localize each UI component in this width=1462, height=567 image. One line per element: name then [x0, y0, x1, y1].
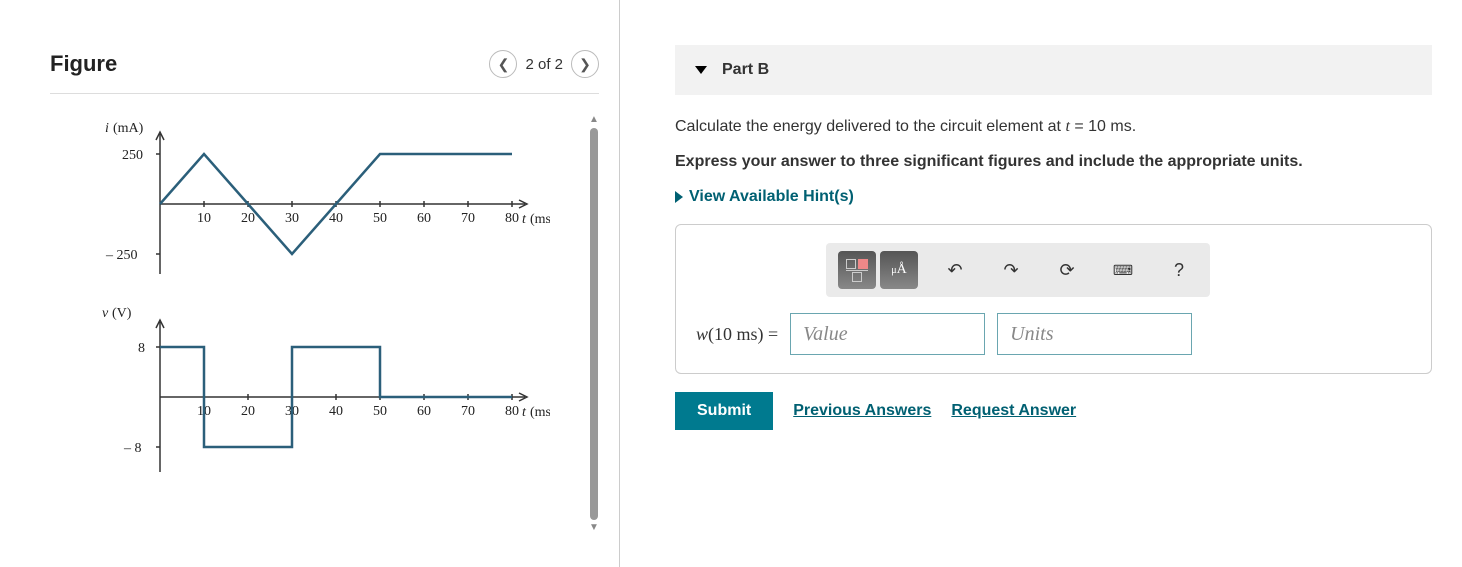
part-header[interactable]: Part B — [675, 45, 1432, 95]
units-input[interactable]: Units — [997, 313, 1192, 355]
answer-toolbar: μÅ ↶ ↷ ⟳ ⌨ ? — [826, 243, 1210, 297]
question-pre: Calculate the energy delivered to the ci… — [675, 118, 1065, 135]
figure-content: i (mA) 250 – 250 10 20 30 40 50 60 70 — [50, 114, 599, 534]
scroll-down-icon[interactable]: ▼ — [589, 522, 599, 534]
fraction-template-button[interactable] — [838, 251, 876, 289]
prev-figure-button[interactable]: ❮ — [489, 50, 517, 78]
svg-text:50: 50 — [373, 404, 387, 419]
question-instruction: Express your answer to three significant… — [675, 151, 1432, 173]
svg-text:i: i — [105, 121, 109, 136]
question-text: Calculate the energy delivered to the ci… — [675, 115, 1432, 139]
svg-text:20: 20 — [241, 404, 255, 419]
svg-text:(ms): (ms) — [530, 405, 550, 420]
svg-text:40: 40 — [329, 211, 343, 226]
svg-text:20: 20 — [241, 211, 255, 226]
question-panel: Part B Calculate the energy delivered to… — [620, 0, 1462, 567]
svg-text:– 8: – 8 — [123, 441, 142, 456]
scroll-track[interactable] — [590, 128, 598, 520]
svg-text:40: 40 — [329, 404, 343, 419]
answer-box: μÅ ↶ ↷ ⟳ ⌨ ? w(10 ms) = Value Units — [675, 224, 1432, 374]
svg-text:(V): (V) — [112, 306, 132, 321]
svg-text:70: 70 — [461, 211, 475, 226]
figure-panel: Figure ❮ 2 of 2 ❯ i (mA) 250 – 25 — [0, 0, 620, 567]
units-template-button[interactable]: μÅ — [880, 251, 918, 289]
svg-text:80: 80 — [505, 211, 519, 226]
svg-text:(ms): (ms) — [530, 212, 550, 227]
caret-right-icon — [675, 191, 683, 203]
svg-text:60: 60 — [417, 404, 431, 419]
help-button[interactable]: ? — [1160, 251, 1198, 289]
svg-text:– 250: – 250 — [105, 248, 138, 263]
svg-text:70: 70 — [461, 404, 475, 419]
part-title: Part B — [722, 61, 769, 79]
answer-var: w — [696, 324, 708, 344]
question-post: . — [1132, 118, 1136, 135]
svg-text:50: 50 — [373, 211, 387, 226]
hints-toggle[interactable]: View Available Hint(s) — [675, 188, 1432, 206]
undo-button[interactable]: ↶ — [936, 251, 974, 289]
svg-text:80: 80 — [505, 404, 519, 419]
reset-button[interactable]: ⟳ — [1048, 251, 1086, 289]
svg-text:t: t — [522, 212, 527, 227]
question-eq: = 10 ms — [1070, 118, 1132, 135]
voltage-chart: v (V) 8 – 8 10 20 30 40 50 60 70 80 t (m… — [50, 297, 550, 497]
scroll-up-icon[interactable]: ▲ — [589, 114, 599, 126]
svg-text:(mA): (mA) — [113, 121, 144, 136]
figure-title: Figure — [50, 51, 117, 77]
answer-label: w(10 ms) = — [696, 324, 778, 345]
svg-text:10: 10 — [197, 211, 211, 226]
svg-text:60: 60 — [417, 211, 431, 226]
submit-button[interactable]: Submit — [675, 392, 773, 430]
request-answer-link[interactable]: Request Answer — [951, 402, 1076, 420]
figure-nav: ❮ 2 of 2 ❯ — [489, 50, 599, 78]
value-input[interactable]: Value — [790, 313, 985, 355]
figure-counter: 2 of 2 — [525, 56, 563, 73]
current-chart: i (mA) 250 – 250 10 20 30 40 50 60 70 — [50, 114, 550, 294]
figure-scrollbar[interactable]: ▲ ▼ — [589, 114, 599, 534]
value-placeholder: Value — [803, 323, 847, 346]
svg-text:30: 30 — [285, 211, 299, 226]
hints-label: View Available Hint(s) — [689, 188, 854, 206]
units-placeholder: Units — [1010, 323, 1053, 346]
svg-text:250: 250 — [122, 148, 143, 163]
redo-button[interactable]: ↷ — [992, 251, 1030, 289]
keyboard-button[interactable]: ⌨ — [1104, 251, 1142, 289]
svg-text:8: 8 — [138, 341, 145, 356]
action-row: Submit Previous Answers Request Answer — [675, 392, 1432, 430]
caret-down-icon — [695, 66, 707, 74]
previous-answers-link[interactable]: Previous Answers — [793, 402, 931, 420]
svg-text:t: t — [522, 405, 527, 420]
answer-arg: (10 ms) = — [708, 324, 778, 344]
svg-text:v: v — [102, 306, 109, 321]
next-figure-button[interactable]: ❯ — [571, 50, 599, 78]
